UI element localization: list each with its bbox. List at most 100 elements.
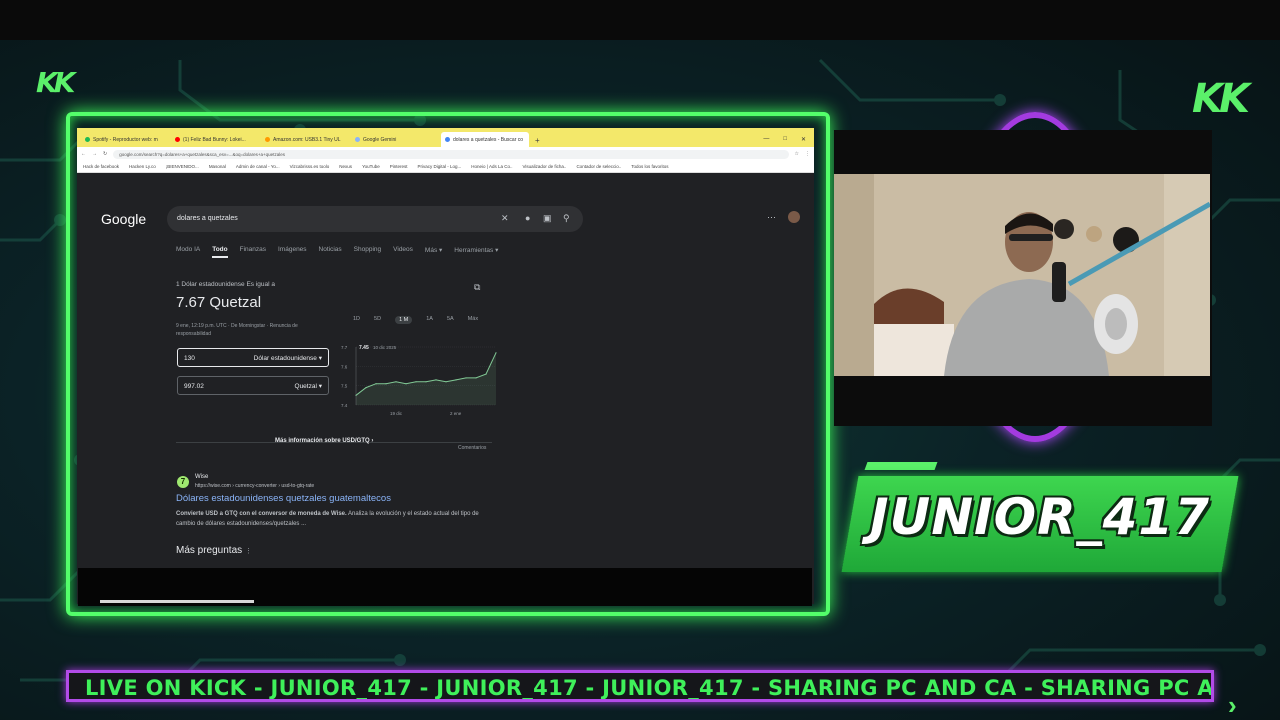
clear-icon[interactable]: ✕ xyxy=(501,213,509,224)
tab-todo[interactable]: Todo xyxy=(212,246,228,258)
lens-icon[interactable]: ▣ xyxy=(543,213,552,224)
share-icon[interactable]: ⧉ xyxy=(474,282,480,293)
tab-finanzas[interactable]: Finanzas xyxy=(240,246,266,258)
tab-label: Spotify - Reproductor web: m xyxy=(93,137,158,143)
microphone-icon[interactable]: ● xyxy=(525,213,530,223)
browser-tab[interactable]: Google Gemini xyxy=(351,132,439,147)
window-controls: — □ ✕ xyxy=(755,136,814,147)
maximize-icon[interactable]: □ xyxy=(783,136,787,143)
browser-tab-active[interactable]: dolares a quetzales - Buscar co xyxy=(441,132,529,147)
bookmark[interactable]: Privacy Digital - Log... xyxy=(418,164,462,169)
tab-noticias[interactable]: Noticias xyxy=(319,246,342,258)
range-1a[interactable]: 1A xyxy=(426,316,433,324)
bookmark[interactable]: Contador de seleccio.. xyxy=(576,164,621,169)
taskbar-indicator xyxy=(100,600,254,603)
search-input[interactable]: dolares a quetzales xyxy=(177,215,238,222)
data-point xyxy=(435,379,437,381)
apps-grid-icon[interactable]: ⋯ xyxy=(767,212,776,223)
name-accent xyxy=(864,462,938,470)
browser-tab[interactable]: (1) Feliz Bad Bunny: Lokei... xyxy=(171,132,259,147)
google-header: Google dolares a quetzales ✕ ● ▣ ⚲ ⋯ xyxy=(77,184,814,244)
ticker-text: LIVE ON KICK - JUNIOR_417 - JUNIOR_417 -… xyxy=(85,676,1214,700)
bookmark[interactable]: Pinterest xyxy=(390,164,408,169)
y-tick-label: 7.7 xyxy=(341,345,348,350)
minimize-icon[interactable]: — xyxy=(763,136,769,143)
data-point xyxy=(485,373,487,375)
close-icon[interactable]: ✕ xyxy=(801,136,806,143)
result-url[interactable]: https://wise.com › currency-converter › … xyxy=(195,483,314,489)
bookmark[interactable]: Hacken Ly.co xyxy=(129,164,156,169)
data-point xyxy=(465,377,467,379)
bookmark[interactable]: Todos los favoritos xyxy=(631,164,668,169)
tab-mas[interactable]: Más ▾ xyxy=(425,246,442,258)
converter-subtitle: 1 Dólar estadounidense Es igual a xyxy=(176,281,276,288)
amount-from-input[interactable]: 130 xyxy=(184,355,195,362)
range-max[interactable]: Máx xyxy=(468,316,478,324)
spotify-icon xyxy=(85,137,90,143)
result-snippet: Convierte USD a GTQ con el conversor de … xyxy=(176,509,496,529)
tab-imagenes[interactable]: Imágenes xyxy=(278,246,307,258)
search-icon[interactable]: ⚲ xyxy=(563,213,570,224)
search-box[interactable]: dolares a quetzales ✕ ● ▣ ⚲ xyxy=(167,206,583,232)
reload-icon[interactable]: ↻ xyxy=(103,151,107,157)
bookmark[interactable]: Honeio | Ads La Co.. xyxy=(471,164,512,169)
feedback-link[interactable]: Comentarios xyxy=(458,445,486,451)
range-1m[interactable]: 1 M xyxy=(395,316,413,324)
google-logo[interactable]: Google xyxy=(101,211,146,227)
range-1d[interactable]: 1D xyxy=(353,316,360,324)
currency-from-select[interactable]: Dólar estadounidense ▾ xyxy=(254,354,322,362)
new-tab-button[interactable]: + xyxy=(531,136,544,147)
data-point xyxy=(425,381,427,383)
streamer-name: JUNIOR_417 xyxy=(869,488,1211,546)
bookmark[interactable]: Vizcabrisss.es toolo xyxy=(290,164,330,169)
currency-to-select[interactable]: Quetzal ▾ xyxy=(295,382,322,390)
x-tick-label: 19 dic xyxy=(390,411,403,416)
menu-icon[interactable]: ⋮ xyxy=(805,151,810,157)
bookmark[interactable]: Admin de canal - Yo... xyxy=(236,164,280,169)
more-options-icon[interactable]: ⋮ xyxy=(245,548,252,555)
amount-to-input[interactable]: 997.02 xyxy=(184,383,204,390)
tab-label: Google Gemini xyxy=(363,137,397,143)
star-icon[interactable]: ☆ xyxy=(795,151,799,157)
result-site-name: Wise xyxy=(195,474,209,480)
browser-tab[interactable]: Spotify - Reproductor web: m xyxy=(81,132,169,147)
tab-shopping[interactable]: Shopping xyxy=(354,246,381,258)
faq-label: Más preguntas xyxy=(176,545,243,556)
range-5d[interactable]: 5D xyxy=(374,316,381,324)
address-bar: ← → ↻ google.com/search?q=dolares+a+quet… xyxy=(77,147,814,161)
more-info-label: Más información sobre USD/GTQ xyxy=(275,438,370,444)
tab-videos[interactable]: Videos xyxy=(393,246,413,258)
range-5a[interactable]: 5A xyxy=(447,316,454,324)
data-point xyxy=(475,377,477,379)
bookmark[interactable]: Nexus xyxy=(339,164,352,169)
tab-herramientas[interactable]: Herramientas ▾ xyxy=(454,246,498,258)
result-title-link[interactable]: Dólares estadounidenses quetzales guatem… xyxy=(176,493,391,504)
y-tick-label: 7.6 xyxy=(341,364,348,369)
tab-label: Amazon.com: USB3.1 Tiny UL xyxy=(273,137,341,143)
more-info-button[interactable]: Más información sobre USD/GTQ › xyxy=(275,438,373,444)
bookmark[interactable]: Hack de facebook xyxy=(83,164,119,169)
browser-tab[interactable]: Amazon.com: USB3.1 Tiny UL xyxy=(261,132,349,147)
forward-icon[interactable]: → xyxy=(92,151,97,157)
url-field[interactable]: google.com/search?q=dolares+a+quetzales&… xyxy=(113,149,789,159)
currency-from-label: Dólar estadounidense xyxy=(253,355,317,362)
avatar[interactable] xyxy=(788,211,800,223)
bookmark[interactable]: ¡BIENVENIDO... xyxy=(166,164,199,169)
bookmark[interactable]: YouTube xyxy=(362,164,380,169)
youtube-icon xyxy=(175,137,180,143)
screen-capture: Spotify - Reproductor web: m (1) Feliz B… xyxy=(77,128,814,604)
snippet-bold: Convierte USD a GTQ con el conversor de … xyxy=(176,511,347,517)
amount-from-field[interactable]: 130 Dólar estadounidense ▾ xyxy=(177,348,329,367)
amazon-icon xyxy=(265,137,270,143)
tooltip-date: 10 dic 2025 xyxy=(373,345,397,350)
converter-result: 7.67 Quetzal xyxy=(176,294,262,311)
back-icon[interactable]: ← xyxy=(81,151,86,157)
bookmark[interactable]: Masonal xyxy=(209,164,226,169)
bookmark[interactable]: Visualizador de ficha.. xyxy=(522,164,566,169)
exchange-rate-chart[interactable]: 7.7 7.6 7.5 7.4 7.45 10 dic 2025 19 dic 2 ene xyxy=(340,339,500,421)
tab-modo-ia[interactable]: Modo IA xyxy=(176,246,200,258)
data-point xyxy=(405,383,407,385)
webcam-image xyxy=(834,174,1210,376)
amount-to-field[interactable]: 997.02 Quetzal ▾ xyxy=(177,376,329,395)
top-black-bar xyxy=(0,0,1280,40)
